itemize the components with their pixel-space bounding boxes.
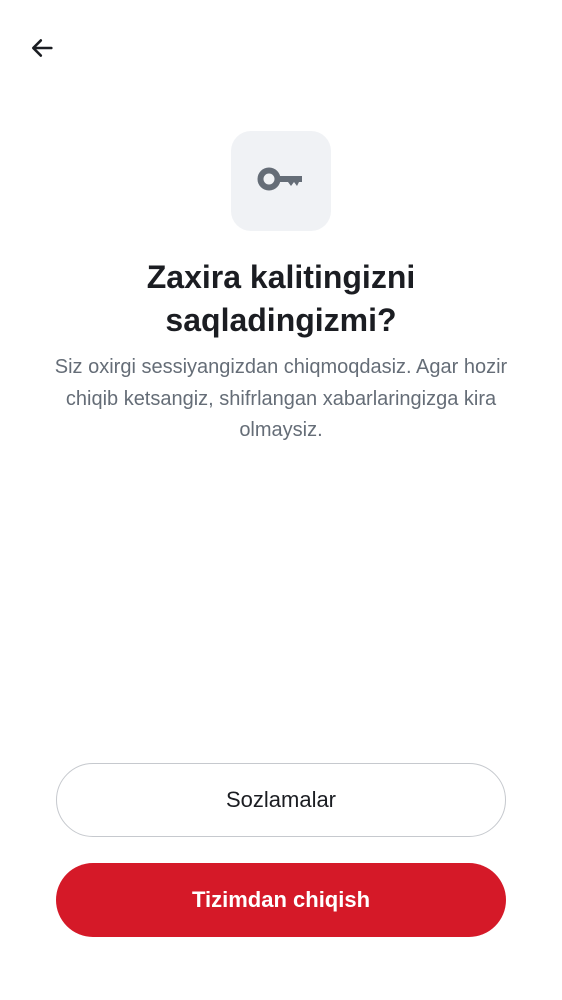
- page-title: Zaxira kalitingizni saqladingizmi?: [146, 259, 416, 338]
- arrow-left-icon: [28, 34, 56, 67]
- back-button[interactable]: [18, 26, 66, 74]
- settings-button[interactable]: Sozlamalar: [56, 763, 506, 837]
- page-description: Siz oxirgi sessiyangizdan chiqmoqdasiz. …: [54, 356, 508, 441]
- key-icon-tile: [231, 131, 331, 231]
- key-icon: [257, 165, 305, 198]
- logout-button[interactable]: Tizimdan chiqish: [56, 863, 506, 937]
